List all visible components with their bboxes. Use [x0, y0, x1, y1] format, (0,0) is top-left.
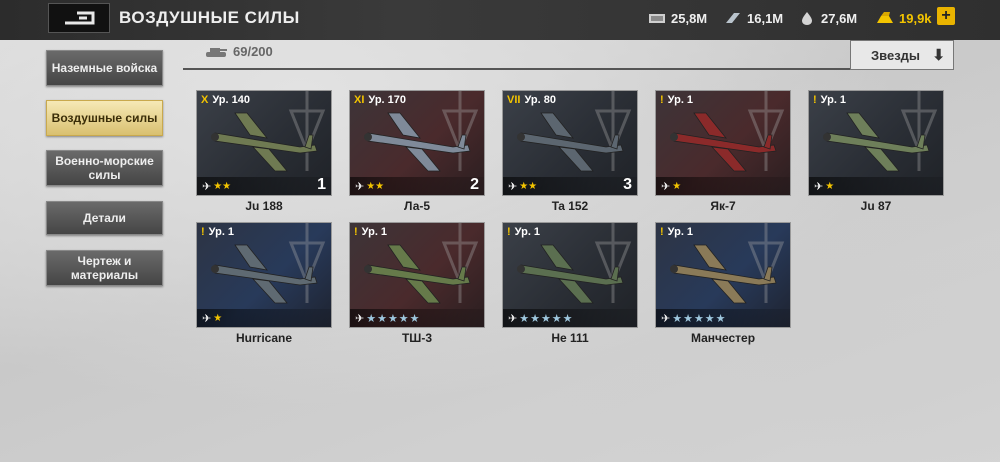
- sort-label: Звезды: [871, 47, 921, 63]
- star-rating: ★★★★★: [366, 313, 421, 325]
- card-badges: ✈ ★★★★★: [508, 312, 574, 325]
- gold-resource: 19,9k: [876, 9, 932, 27]
- unit-card[interactable]: ! Ур. 1 ✈ ★: [808, 90, 944, 196]
- plane-type-icon: ✈: [661, 181, 671, 193]
- gold-value: 19,9k: [899, 10, 932, 26]
- aircraft-image: [517, 112, 624, 172]
- aircraft-image: [364, 112, 471, 172]
- unit-card[interactable]: XI Ур. 170 ✈ ★★ 2: [349, 90, 485, 196]
- plane-type-icon: ✈: [355, 313, 365, 325]
- tab-navy[interactable]: Военно-морские силы: [46, 150, 163, 186]
- unit-name: Манчестер: [690, 331, 756, 345]
- star-rating: ★: [213, 313, 223, 324]
- tab-blueprints[interactable]: Чертеж и материалы: [46, 250, 163, 286]
- steel-value: 16,1M: [747, 10, 784, 26]
- star-rating: ★★: [366, 181, 385, 192]
- tab-parts[interactable]: Детали: [46, 201, 163, 235]
- tab-label: Чертеж и материалы: [70, 254, 139, 282]
- unit-card[interactable]: ! Ур. 1 ✈ ★: [196, 222, 332, 328]
- unit-name: Як-7: [710, 199, 736, 213]
- add-gold-button[interactable]: +: [937, 7, 955, 25]
- arrow-down-icon: ⬇: [932, 47, 945, 64]
- aircraft-image: [670, 112, 777, 172]
- card-badges: ✈ ★★: [508, 180, 537, 193]
- tab-ground-forces[interactable]: Наземные войска: [46, 50, 163, 86]
- steel-icon: [726, 13, 740, 23]
- unit-card[interactable]: ! Ур. 1 ✈ ★★★★★: [502, 222, 638, 328]
- star-rating: ★★: [519, 181, 538, 192]
- card-badges: ✈ ★★: [202, 180, 231, 193]
- tab-label: Военно-морские силы: [55, 154, 154, 182]
- aircraft-image: [823, 112, 930, 172]
- card-badges: ✈ ★: [814, 180, 834, 193]
- plane-type-icon: ✈: [202, 313, 212, 325]
- unit-card[interactable]: ! Ур. 1 ✈ ★★★★★: [655, 222, 791, 328]
- back-button[interactable]: [48, 3, 110, 33]
- unit-card[interactable]: VII Ур. 80 ✈ ★★ 3: [502, 90, 638, 196]
- back-arrow-icon: [65, 11, 95, 25]
- tank-icon: [206, 47, 227, 57]
- fuel-icon: [802, 12, 812, 25]
- aircraft-image: [211, 112, 318, 172]
- card-badges: ✈ ★★: [355, 180, 384, 193]
- unit-card[interactable]: ! Ур. 1 ✈ ★★★★★: [349, 222, 485, 328]
- card-badges: ✈ ★★★★★: [355, 312, 421, 325]
- plane-type-icon: ✈: [355, 181, 365, 193]
- tab-label: Воздушные силы: [51, 111, 158, 125]
- unit-name: Ju 188: [245, 199, 283, 213]
- unit-name: Ju 87: [860, 199, 892, 213]
- unit-name: Hurricane: [235, 331, 293, 345]
- unit-name: ТШ-3: [401, 331, 433, 345]
- card-badges: ✈ ★: [661, 180, 681, 193]
- unit-card[interactable]: X Ур. 140 ✈ ★★ 1: [196, 90, 332, 196]
- slot-number: 3: [623, 176, 632, 193]
- card-badges: ✈ ★: [202, 312, 222, 325]
- money-value: 25,8M: [671, 10, 708, 26]
- page-title: ВОЗДУШНЫЕ СИЛЫ: [119, 8, 300, 27]
- tab-label: Наземные войска: [51, 61, 158, 75]
- fuel-resource: 27,6M: [798, 9, 857, 27]
- plane-type-icon: ✈: [508, 181, 518, 193]
- unit-name: Ла-5: [403, 199, 431, 213]
- star-rating: ★★★★★: [519, 313, 574, 325]
- plane-type-icon: ✈: [661, 313, 671, 325]
- slot-number: 2: [470, 176, 479, 193]
- steel-resource: 16,1M: [724, 9, 783, 27]
- aircraft-image: [211, 244, 318, 304]
- aircraft-image: [364, 244, 471, 304]
- sort-dropdown[interactable]: Звезды ⬇: [850, 40, 954, 70]
- unit-card[interactable]: ! Ур. 1 ✈ ★: [655, 90, 791, 196]
- aircraft-image: [517, 244, 624, 304]
- plane-type-icon: ✈: [202, 181, 212, 193]
- star-rating: ★: [672, 181, 682, 192]
- tab-air-force[interactable]: Воздушные силы: [46, 100, 163, 136]
- tab-label: Детали: [83, 211, 126, 225]
- money-resource: 25,8M: [648, 9, 707, 27]
- gold-bars-icon: [877, 12, 893, 23]
- plane-type-icon: ✈: [814, 181, 824, 193]
- card-badges: ✈ ★★★★★: [661, 312, 727, 325]
- star-rating: ★★★★★: [672, 313, 727, 325]
- star-rating: ★★: [213, 181, 232, 192]
- fuel-value: 27,6M: [821, 10, 858, 26]
- aircraft-image: [670, 244, 777, 304]
- unit-count: 69/200: [205, 44, 273, 59]
- money-icon: [649, 14, 665, 23]
- divider: [183, 68, 953, 70]
- plane-type-icon: ✈: [508, 313, 518, 325]
- unit-name: He 111: [551, 331, 589, 345]
- star-rating: ★: [825, 181, 835, 192]
- unit-name: Ta 152: [551, 199, 589, 213]
- unit-count-value: 69/200: [233, 44, 273, 59]
- slot-number: 1: [317, 176, 326, 193]
